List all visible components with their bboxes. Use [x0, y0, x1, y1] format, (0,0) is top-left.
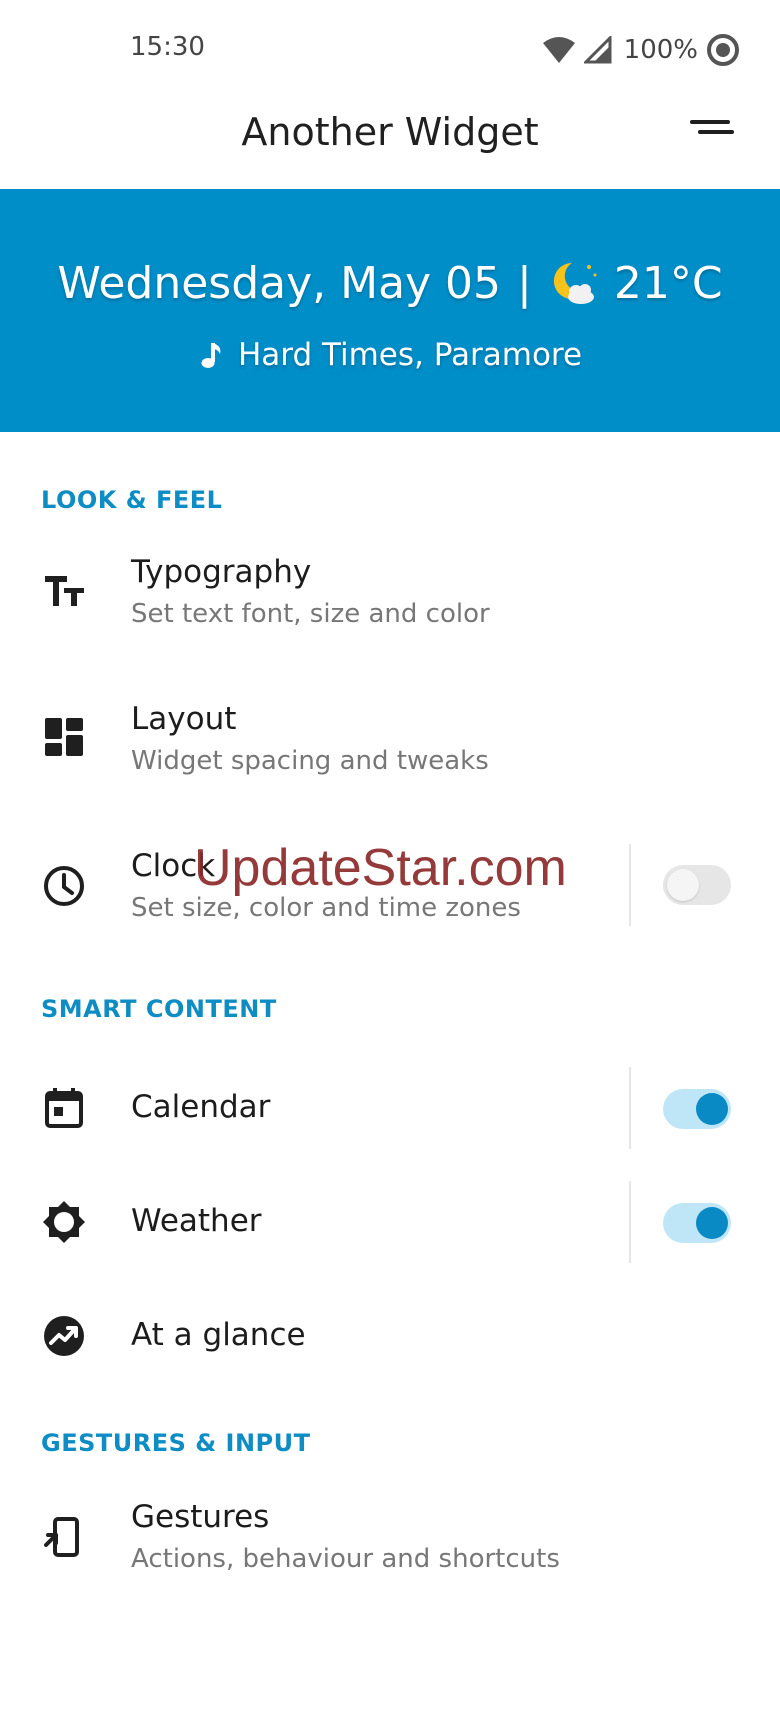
settings-item-layout[interactable]: Layout Widget spacing and tweaks	[0, 687, 780, 797]
cell-signal-icon	[583, 36, 612, 64]
typography-subtitle: Set text font, size and color	[131, 599, 490, 629]
toggle-thumb	[667, 869, 699, 901]
section-look-feel: LOOK & FEEL	[41, 486, 223, 514]
calendar-icon	[45, 1088, 83, 1128]
trending-up-icon	[44, 1316, 84, 1356]
status-icons: 100%	[542, 30, 740, 70]
partly-cloudy-night-icon	[553, 262, 597, 304]
preview-track: Hard Times, Paramore	[237, 337, 583, 373]
battery-saver-icon	[707, 34, 739, 66]
app-title: Another Widget	[241, 110, 539, 154]
clock-icon	[44, 866, 84, 906]
brightness-icon	[43, 1201, 85, 1243]
calendar-divider	[629, 1067, 631, 1149]
menu-icon	[690, 120, 734, 134]
weather-toggle[interactable]	[663, 1202, 731, 1244]
settings-item-typography[interactable]: Typography Set text font, size and color	[0, 540, 780, 650]
preview-date: Wednesday, May 05	[57, 257, 502, 309]
status-time: 15:30	[130, 32, 205, 62]
battery-percentage: 100%	[623, 35, 698, 65]
music-note-icon	[201, 343, 221, 368]
weather-title: Weather	[131, 1203, 262, 1239]
layout-title: Layout	[131, 701, 237, 737]
preview-separator: |	[517, 257, 532, 309]
preview-music: Hard Times, Paramore	[0, 337, 780, 373]
status-bar: 15:30 100%	[0, 0, 780, 100]
widget-preview[interactable]: Wednesday, May 05 | 21°C Hard Times, Par…	[0, 189, 780, 432]
clock-divider	[629, 844, 631, 926]
settings-item-weather[interactable]: Weather	[0, 1181, 780, 1263]
weather-divider	[629, 1181, 631, 1263]
menu-button[interactable]	[688, 116, 738, 146]
section-gestures-input: GESTURES & INPUT	[41, 1429, 311, 1457]
touch-app-icon	[44, 1517, 79, 1557]
typography-title: Typography	[131, 554, 312, 590]
preview-date-weather: Wednesday, May 05 | 21°C	[0, 257, 780, 309]
wifi-icon	[542, 37, 575, 63]
calendar-title: Calendar	[131, 1089, 271, 1125]
toggle-thumb	[696, 1207, 728, 1239]
toggle-thumb	[696, 1093, 728, 1125]
settings-item-at-a-glance[interactable]: At a glance	[0, 1295, 780, 1377]
app-bar: Another Widget	[0, 100, 780, 190]
watermark: UpdateStar.com	[194, 839, 567, 897]
settings-item-calendar[interactable]: Calendar	[0, 1067, 780, 1149]
preview-temperature: 21°C	[613, 257, 723, 309]
dashboard-icon	[45, 718, 83, 756]
glance-title: At a glance	[131, 1317, 306, 1353]
gestures-subtitle: Actions, behaviour and shortcuts	[131, 1544, 560, 1574]
layout-subtitle: Widget spacing and tweaks	[131, 746, 489, 776]
section-smart-content: SMART CONTENT	[41, 995, 277, 1023]
settings-item-gestures[interactable]: Gestures Actions, behaviour and shortcut…	[0, 1485, 780, 1595]
gestures-title: Gestures	[131, 1499, 270, 1535]
clock-toggle[interactable]	[663, 864, 731, 906]
calendar-toggle[interactable]	[663, 1088, 731, 1130]
text-fields-icon	[45, 576, 84, 606]
